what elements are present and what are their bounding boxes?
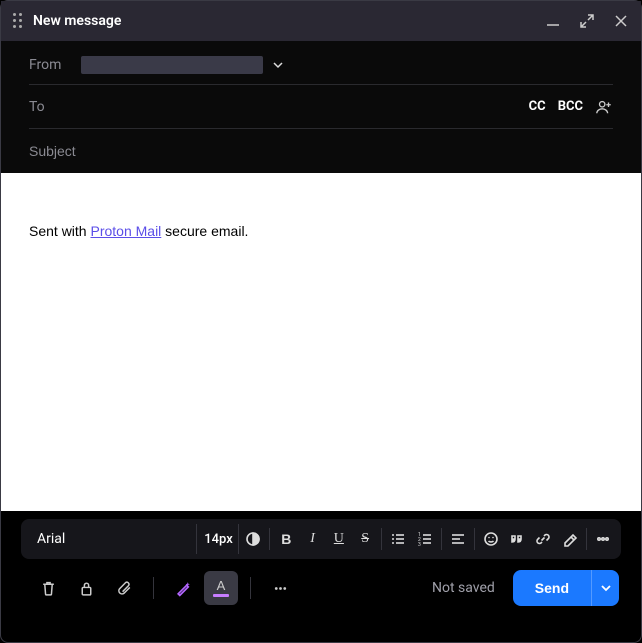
divider: [153, 577, 154, 599]
text-color-glyph: A: [217, 580, 226, 592]
message-body[interactable]: Sent with Proton Mail secure email.: [1, 173, 641, 511]
more-actions-button[interactable]: [263, 571, 297, 605]
attachment-button[interactable]: [107, 571, 141, 605]
to-label: To: [29, 99, 73, 115]
text-color-button[interactable]: A: [204, 571, 238, 605]
titlebar: New message: [1, 1, 641, 41]
close-button[interactable]: [613, 13, 629, 29]
bold-button[interactable]: B: [274, 525, 298, 553]
send-button[interactable]: Send: [513, 570, 591, 606]
link-button[interactable]: [531, 525, 555, 553]
signature-prefix: Sent with: [29, 223, 90, 239]
clear-format-button[interactable]: [558, 525, 582, 553]
add-contact-icon[interactable]: [595, 98, 613, 116]
bcc-button[interactable]: BCC: [558, 99, 583, 114]
proton-mail-link[interactable]: Proton Mail: [90, 223, 161, 239]
svg-text:3: 3: [418, 542, 421, 547]
font-size-label: 14px: [204, 532, 233, 547]
align-button[interactable]: [446, 525, 470, 553]
delete-button[interactable]: [31, 571, 65, 605]
footer-bar: A Not saved Send: [1, 559, 641, 617]
ai-assist-button[interactable]: [166, 571, 200, 605]
from-dropdown-icon[interactable]: [273, 55, 283, 74]
quote-button[interactable]: [505, 525, 529, 553]
header-fields: From To CC BCC: [1, 41, 641, 173]
send-group: Send: [513, 570, 619, 606]
font-family-select[interactable]: Arial: [27, 524, 197, 554]
subject-row: [29, 129, 613, 173]
font-size-select[interactable]: 14px: [199, 524, 239, 554]
contrast-icon[interactable]: [241, 525, 265, 553]
strikethrough-button[interactable]: S: [353, 525, 377, 553]
italic-button[interactable]: I: [300, 525, 324, 553]
cc-button[interactable]: CC: [529, 99, 546, 114]
format-toolbar: Arial 14px B I U S 123: [21, 519, 621, 559]
more-format-button[interactable]: [591, 525, 615, 553]
expand-button[interactable]: [579, 13, 595, 29]
save-status: Not saved: [432, 580, 495, 596]
subject-input[interactable]: [29, 131, 613, 171]
ordered-list-button[interactable]: 123: [412, 525, 436, 553]
text-color-bar: [213, 594, 229, 597]
minimize-button[interactable]: [545, 13, 561, 29]
expiration-button[interactable]: [69, 571, 103, 605]
underline-button[interactable]: U: [327, 525, 351, 553]
to-row[interactable]: To CC BCC: [29, 85, 613, 129]
unordered-list-button[interactable]: [386, 525, 410, 553]
drag-handle-icon[interactable]: [13, 13, 23, 29]
from-label: From: [29, 57, 73, 73]
send-options-button[interactable]: [591, 570, 619, 606]
emoji-button[interactable]: [479, 525, 503, 553]
window-title: New message: [33, 13, 535, 29]
from-value[interactable]: [81, 56, 263, 74]
divider: [250, 577, 251, 599]
signature-suffix: secure email.: [161, 223, 248, 239]
from-row: From: [29, 41, 613, 85]
font-family-label: Arial: [37, 531, 65, 547]
